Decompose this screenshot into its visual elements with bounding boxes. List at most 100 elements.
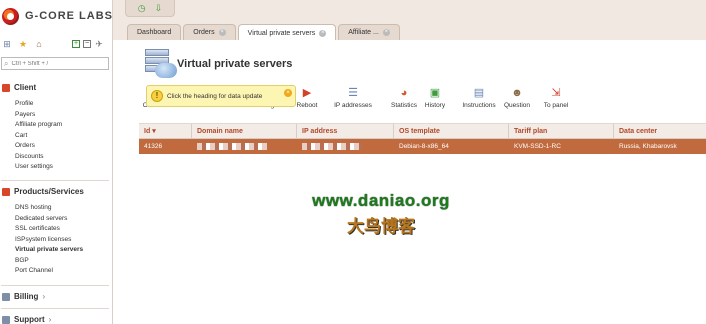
divider bbox=[1, 285, 109, 286]
client-menu: Profile Payers Affiliate program Cart Or… bbox=[15, 99, 62, 173]
sidebar-item-payers[interactable]: Payers bbox=[15, 110, 62, 121]
redacted-ip bbox=[302, 142, 362, 150]
redacted-domain bbox=[197, 142, 267, 150]
to-panel-button[interactable]: ⇲ To panel bbox=[539, 86, 573, 109]
topbar-icons: ◷ ⇩ bbox=[125, 0, 175, 17]
sidebar-item-dedicated-servers[interactable]: Dedicated servers bbox=[15, 214, 83, 225]
cell-tariff: KVM-SSD-1-RC bbox=[514, 143, 561, 150]
tab-virtual-private-servers[interactable]: Virtual private servers × bbox=[237, 24, 337, 41]
ip-icon: ☰ bbox=[348, 87, 358, 99]
divider bbox=[1, 180, 109, 181]
pie-chart-icon: ◕ bbox=[400, 87, 408, 99]
cell-domain bbox=[192, 139, 297, 154]
panel-icon: ⇲ bbox=[551, 87, 561, 99]
brand-name: G-CORE LABS bbox=[25, 10, 113, 22]
briefcase-icon[interactable]: ⌂ bbox=[34, 39, 44, 49]
page-title: Virtual private servers bbox=[177, 58, 293, 70]
sidebar-item-affiliate-program[interactable]: Affiliate program bbox=[15, 120, 62, 131]
hint-tooltip: ! Click the heading for data update × bbox=[146, 85, 296, 107]
support-icon bbox=[2, 315, 10, 324]
watermark-chinese: 大鸟博客 bbox=[347, 217, 415, 236]
section-title: Support bbox=[14, 315, 45, 324]
reboot-icon: ▶ bbox=[302, 87, 312, 99]
ip-addresses-button[interactable]: ☰ IP addresses bbox=[331, 86, 375, 109]
sidebar-item-dns-hosting[interactable]: DNS hosting bbox=[15, 203, 83, 214]
col-header-domain[interactable]: Domain name bbox=[192, 124, 297, 138]
tab-dashboard[interactable]: Dashboard bbox=[127, 24, 182, 40]
history-icon: ▣ bbox=[429, 87, 441, 99]
sidebar-item-ispsystem-licenses[interactable]: ISPsystem licenses bbox=[15, 235, 83, 246]
gcore-logo-icon bbox=[2, 7, 19, 25]
cell-id: 41326 bbox=[144, 143, 163, 150]
sort-desc-icon: ▾ bbox=[152, 128, 156, 135]
sidebar-item-discounts[interactable]: Discounts bbox=[15, 152, 62, 163]
close-icon[interactable]: × bbox=[218, 29, 226, 36]
chevron-right-icon: › bbox=[48, 315, 52, 324]
info-bulb-icon: ! bbox=[151, 90, 163, 102]
client-icon bbox=[2, 83, 10, 92]
section-title: Client bbox=[14, 83, 37, 92]
collapse-icon[interactable]: − bbox=[83, 40, 91, 48]
expand-icon[interactable]: + bbox=[72, 40, 80, 48]
close-icon[interactable]: × bbox=[284, 89, 292, 97]
instructions-icon: ▤ bbox=[473, 87, 485, 99]
tab-affiliate[interactable]: Affiliate ... × bbox=[338, 24, 400, 40]
sidebar-item-port-channel[interactable]: Port Channel bbox=[15, 266, 83, 277]
tooltip-text: Click the heading for data update bbox=[167, 92, 263, 100]
search-icon: ⌕ bbox=[4, 58, 9, 68]
tree-icon[interactable]: ⊞ bbox=[2, 39, 12, 49]
section-support[interactable]: Support › bbox=[2, 315, 51, 324]
sidebar-item-cart[interactable]: Cart bbox=[15, 131, 62, 142]
sidebar-search[interactable]: ⌕ bbox=[1, 57, 109, 70]
col-header-tariff[interactable]: Tariff plan bbox=[509, 124, 614, 138]
table-row[interactable]: 41326 Debian-8-x86_64 KVM-SSD-1-RC Russi… bbox=[139, 139, 706, 154]
close-icon[interactable]: × bbox=[382, 29, 390, 36]
section-title: Products/Services bbox=[14, 187, 84, 196]
products-menu: DNS hosting Dedicated servers SSL certif… bbox=[15, 203, 83, 277]
tab-orders[interactable]: Orders × bbox=[183, 24, 236, 40]
section-products-services[interactable]: Products/Services bbox=[2, 187, 84, 196]
clock-add-icon[interactable]: ◷ bbox=[138, 3, 146, 14]
section-billing[interactable]: Billing › bbox=[2, 292, 45, 301]
table-header: Id ▾ Domain name IP address OS template … bbox=[139, 123, 706, 139]
col-header-ip[interactable]: IP address bbox=[297, 124, 394, 138]
vps-table: Id ▾ Domain name IP address OS template … bbox=[139, 123, 706, 154]
chevron-right-icon: › bbox=[42, 292, 46, 301]
sidebar: G-CORE LABS ⊞ ★ ⌂ + − ✈ ⌕ Client Profile… bbox=[0, 0, 113, 324]
tab-label: Virtual private servers bbox=[247, 29, 316, 37]
divider bbox=[1, 308, 109, 309]
tab-label: Dashboard bbox=[137, 29, 172, 36]
sidebar-item-ssl-certificates[interactable]: SSL certificates bbox=[15, 224, 83, 235]
billing-icon bbox=[2, 292, 10, 301]
products-icon bbox=[2, 187, 10, 196]
search-input[interactable] bbox=[11, 60, 100, 67]
instructions-button[interactable]: ▤ Instructions bbox=[457, 86, 501, 109]
question-button[interactable]: ☻ Question bbox=[500, 86, 534, 109]
sidebar-item-virtual-private-servers[interactable]: Virtual private servers bbox=[15, 245, 83, 256]
section-client[interactable]: Client bbox=[2, 83, 36, 92]
statistics-button[interactable]: ◕ Statistics bbox=[386, 86, 422, 109]
tab-bar: Dashboard Orders × Virtual private serve… bbox=[113, 24, 400, 41]
sidebar-toolbar: ⊞ ★ ⌂ + − ✈ bbox=[2, 37, 110, 51]
history-button[interactable]: ▣ History bbox=[418, 86, 452, 109]
vps-icon bbox=[143, 48, 179, 82]
sidebar-item-bgp[interactable]: BGP bbox=[15, 256, 83, 267]
watermark-url: www.daniao.org bbox=[312, 191, 450, 210]
sidebar-item-user-settings[interactable]: User settings bbox=[15, 162, 62, 173]
cell-os: Debian-8-x86_64 bbox=[399, 143, 449, 150]
tab-label: Affiliate ... bbox=[348, 29, 379, 36]
col-header-id[interactable]: Id ▾ bbox=[139, 124, 192, 138]
sidebar-item-orders[interactable]: Orders bbox=[15, 141, 62, 152]
col-header-os[interactable]: OS template bbox=[394, 124, 509, 138]
download-icon[interactable]: ⇩ bbox=[155, 3, 163, 14]
close-icon[interactable]: × bbox=[319, 29, 327, 37]
pin-icon[interactable]: ✈ bbox=[94, 39, 104, 49]
col-header-datacenter[interactable]: Data center bbox=[614, 124, 706, 138]
brand-logo[interactable]: G-CORE LABS bbox=[0, 2, 113, 30]
star-icon[interactable]: ★ bbox=[18, 39, 28, 49]
watermark: www.daniao.org 大鸟博客 bbox=[300, 191, 462, 237]
cell-datacenter: Russia, Khabarovsk bbox=[619, 143, 677, 150]
cell-ip bbox=[297, 139, 394, 154]
sidebar-item-profile[interactable]: Profile bbox=[15, 99, 62, 110]
tab-label: Orders bbox=[193, 29, 215, 36]
